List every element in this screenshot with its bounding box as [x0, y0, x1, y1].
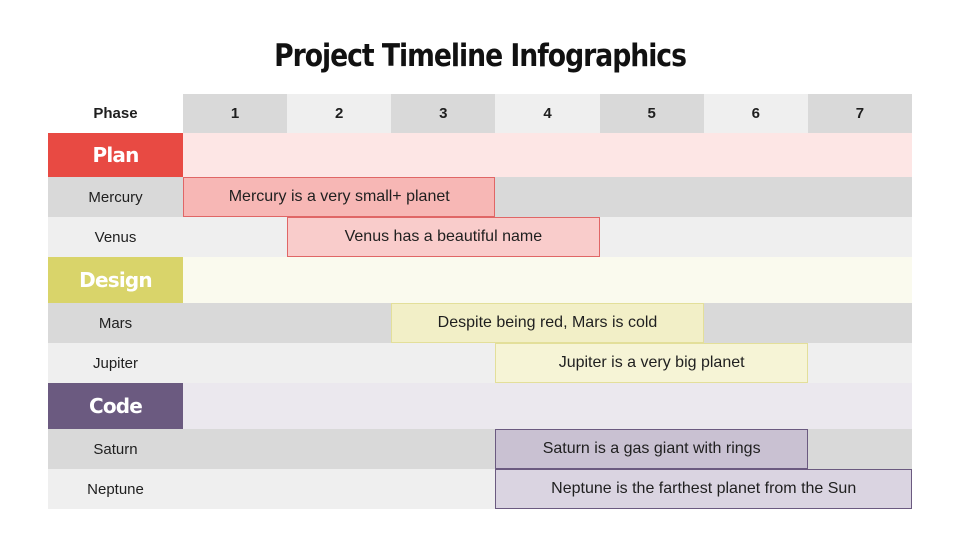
section-row-code: Code	[48, 383, 912, 429]
task-label: Mars	[98, 314, 133, 332]
section-tint	[183, 383, 912, 429]
column-header: 7	[807, 94, 912, 133]
section-label-design: Design	[48, 257, 183, 303]
task-label: Saturn	[93, 440, 138, 458]
phase-header: Phase	[48, 94, 183, 133]
section-label-plan: Plan	[48, 133, 183, 177]
task-bar[interactable]: Venus has a beautiful name	[287, 217, 600, 257]
column-header: 6	[703, 94, 808, 133]
section-row-plan: Plan	[48, 133, 912, 177]
task-bar[interactable]: Saturn is a gas giant with rings	[495, 429, 808, 469]
task-row: Neptune Neptune is the farthest planet f…	[48, 469, 912, 509]
header-row: Phase 1 2 3 4 5 6 7	[48, 94, 912, 133]
task-bar[interactable]: Jupiter is a very big planet	[495, 343, 808, 383]
column-header: 5	[599, 94, 704, 133]
task-row: Jupiter Jupiter is a very big planet	[48, 343, 912, 383]
task-bar[interactable]: Neptune is the farthest planet from the …	[495, 469, 912, 509]
task-label: Mercury	[88, 188, 143, 206]
task-label: Jupiter	[92, 354, 139, 372]
column-header: 3	[391, 94, 496, 133]
column-header: 1	[183, 94, 288, 133]
timeline-grid: Phase 1 2 3 4 5 6 7 Plan Mercury Mercury…	[48, 94, 912, 509]
task-bar[interactable]: Despite being red, Mars is cold	[391, 303, 704, 343]
task-row: Venus Venus has a beautiful name	[48, 217, 912, 257]
task-bar[interactable]: Mercury is a very small+ planet	[183, 177, 496, 217]
section-tint	[183, 257, 912, 303]
task-row: Mars Despite being red, Mars is cold	[48, 303, 912, 343]
column-header: 2	[287, 94, 392, 133]
task-row: Mercury Mercury is a very small+ planet	[48, 177, 912, 217]
task-row: Saturn Saturn is a gas giant with rings	[48, 429, 912, 469]
section-tint	[183, 133, 912, 177]
task-label: Neptune	[87, 480, 144, 498]
section-label-code: Code	[48, 383, 183, 429]
column-headers: 1 2 3 4 5 6 7	[183, 94, 912, 133]
column-header: 4	[495, 94, 600, 133]
page-title: Project Timeline Infographics	[274, 38, 687, 74]
section-row-design: Design	[48, 257, 912, 303]
task-label: Venus	[94, 228, 137, 246]
